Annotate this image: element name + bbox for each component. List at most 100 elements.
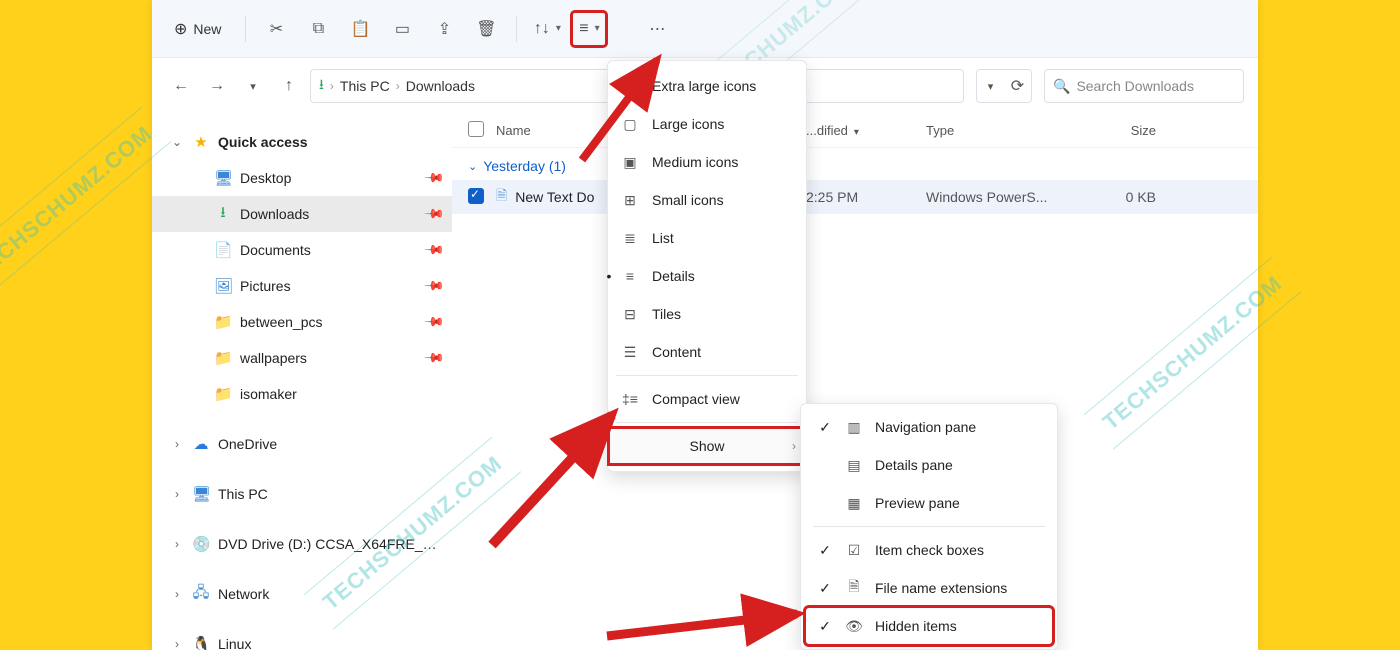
pin-icon: 📌 bbox=[423, 167, 446, 190]
document-icon: 📄 bbox=[214, 241, 232, 259]
menu-view-details[interactable]: •≡Details bbox=[608, 257, 806, 295]
sidebar-item-wallpapers[interactable]: 📁wallpapers📌 bbox=[152, 340, 452, 376]
more-button[interactable]: ⋯ bbox=[639, 11, 675, 47]
list-icon: ≡ bbox=[579, 20, 588, 38]
menu-label: Compact view bbox=[652, 391, 794, 407]
download-icon: ⭳ bbox=[319, 74, 324, 98]
sort-button[interactable]: ↑↓ ▾ bbox=[529, 11, 565, 47]
disc-icon: 💿 bbox=[192, 535, 210, 553]
view-button[interactable]: ≡ ▾ bbox=[571, 11, 607, 47]
column-modified[interactable]: ...dified▾ bbox=[806, 123, 926, 138]
view-option-icon: ⊞ bbox=[620, 192, 640, 209]
check-icon: ✓ bbox=[817, 542, 833, 559]
menu-label: Show bbox=[689, 438, 724, 454]
pane-icon: ▦ bbox=[845, 495, 863, 512]
chevron-down-icon[interactable]: ▾ bbox=[977, 71, 1004, 101]
pane-icon: ▤ bbox=[845, 457, 863, 474]
copy-icon[interactable]: ⧉ bbox=[300, 11, 336, 47]
address-actions: ▾ ⟳ bbox=[976, 69, 1032, 103]
sidebar-item-pictures[interactable]: 🖼Pictures📌 bbox=[152, 268, 452, 304]
submenu-hidden-items[interactable]: ✓👁Hidden items bbox=[805, 607, 1053, 645]
menu-view-small-icons[interactable]: ⊞Small icons bbox=[608, 181, 806, 219]
paste-icon[interactable]: 📋 bbox=[342, 11, 378, 47]
menu-view-tiles[interactable]: ⊟ Tiles bbox=[608, 295, 806, 333]
menu-label: Extra large icons bbox=[652, 78, 794, 94]
delete-icon[interactable]: 🗑 bbox=[468, 11, 504, 47]
submenu-navigation-pane[interactable]: ✓ ▥ Navigation pane bbox=[805, 408, 1053, 446]
share-icon[interactable]: ⇪ bbox=[426, 11, 462, 47]
forward-button[interactable]: → bbox=[202, 71, 232, 101]
view-option-icon: ≡ bbox=[620, 268, 640, 284]
file-icon: 🗎 bbox=[496, 185, 507, 209]
check-icon: ✓ bbox=[817, 419, 833, 436]
sidebar-item-between_pcs[interactable]: 📁between_pcs📌 bbox=[152, 304, 452, 340]
sort-icon: ↑↓ bbox=[534, 20, 550, 38]
menu-view-list[interactable]: ≣List bbox=[608, 219, 806, 257]
sidebar-item-isomaker[interactable]: 📁isomaker bbox=[152, 376, 452, 412]
sidebar-onedrive[interactable]: › ☁ OneDrive bbox=[152, 426, 452, 462]
select-all-checkbox[interactable] bbox=[468, 121, 484, 137]
breadcrumb-folder[interactable]: Downloads bbox=[406, 78, 475, 94]
submenu-file-name-extensions[interactable]: ✓🗎File name extensions bbox=[805, 569, 1053, 607]
back-button[interactable]: ← bbox=[166, 71, 196, 101]
up-button[interactable]: ↑ bbox=[274, 71, 304, 101]
pc-icon: 🖥 bbox=[192, 485, 210, 503]
sidebar-dvd[interactable]: › 💿 DVD Drive (D:) CCSA_X64FRE_EN-US_D bbox=[152, 526, 452, 562]
chevron-right-icon: › bbox=[792, 439, 796, 453]
submenu-label: Item check boxes bbox=[875, 542, 984, 558]
chevron-right-icon: › bbox=[170, 487, 184, 501]
pane-icon: ▥ bbox=[845, 419, 863, 436]
sidebar-thispc[interactable]: › 🖥 This PC bbox=[152, 476, 452, 512]
search-input[interactable]: 🔍 Search Downloads bbox=[1044, 69, 1244, 103]
pin-icon: 📌 bbox=[423, 203, 446, 226]
sidebar-label: Downloads bbox=[240, 206, 418, 222]
sidebar-linux[interactable]: › 🐧 Linux bbox=[152, 626, 452, 650]
menu-label: Large icons bbox=[652, 116, 794, 132]
submenu-label: File name extensions bbox=[875, 580, 1007, 596]
sidebar-item-desktop[interactable]: 🖥Desktop📌 bbox=[152, 160, 452, 196]
new-button[interactable]: ⊕ New bbox=[162, 13, 233, 45]
sidebar-quick-access[interactable]: ⌄ ★ Quick access bbox=[152, 124, 452, 160]
watermark: TECHSCHUMZ.COM bbox=[0, 121, 157, 286]
recent-button[interactable]: ▾ bbox=[238, 71, 268, 101]
submenu-details-pane[interactable]: ▤Details pane bbox=[805, 446, 1053, 484]
breadcrumb-thispc[interactable]: This PC bbox=[340, 78, 390, 94]
folder-icon: 📁 bbox=[214, 385, 232, 403]
submenu-label: Navigation pane bbox=[875, 419, 976, 435]
view-option-icon: ☰ bbox=[620, 344, 640, 361]
sidebar-label: Desktop bbox=[240, 170, 418, 186]
chevron-right-icon: › bbox=[396, 79, 400, 93]
menu-view-content[interactable]: ☰Content bbox=[608, 333, 806, 371]
sidebar: ⌄ ★ Quick access 🖥Desktop📌⭳Downloads📌📄Do… bbox=[152, 114, 452, 650]
sidebar-network[interactable]: › 🖧 Network bbox=[152, 576, 452, 612]
file-row[interactable]: 🗎New Text Do2:25 PMWindows PowerS...0 KB bbox=[452, 180, 1258, 214]
option-icon: ☑ bbox=[845, 542, 863, 559]
submenu-item-check-boxes[interactable]: ✓ ☑ Item check boxes bbox=[805, 531, 1053, 569]
chevron-down-icon: ▾ bbox=[556, 23, 561, 34]
file-name: New Text Do bbox=[515, 189, 594, 205]
pin-icon: 📌 bbox=[423, 275, 446, 298]
column-type[interactable]: Type bbox=[926, 123, 1076, 138]
sidebar-label: between_pcs bbox=[240, 314, 418, 330]
submenu-preview-pane[interactable]: ▦Preview pane bbox=[805, 484, 1053, 522]
current-indicator: • bbox=[604, 268, 614, 284]
rename-icon[interactable]: ▭ bbox=[384, 11, 420, 47]
new-label: New bbox=[193, 21, 221, 37]
menu-label: Tiles bbox=[652, 306, 794, 322]
separator bbox=[813, 526, 1045, 527]
view-option-icon: ⊟ bbox=[620, 306, 640, 323]
sidebar-label: Network bbox=[218, 586, 442, 602]
sidebar-label: OneDrive bbox=[218, 436, 442, 452]
refresh-button[interactable]: ⟳ bbox=[1004, 71, 1031, 101]
row-checkbox[interactable] bbox=[468, 188, 484, 204]
column-size[interactable]: Size bbox=[1076, 123, 1156, 138]
show-submenu: ✓ ▥ Navigation pane ▤Details pane▦Preview p… bbox=[800, 403, 1058, 650]
cut-icon[interactable]: ✂ bbox=[258, 11, 294, 47]
file-size: 0 KB bbox=[1076, 189, 1156, 205]
menu-label: List bbox=[652, 230, 794, 246]
network-icon: 🖧 bbox=[192, 582, 210, 607]
option-icon: 👁 bbox=[845, 618, 863, 635]
sidebar-item-downloads[interactable]: ⭳Downloads📌 bbox=[152, 196, 452, 232]
menu-label: Medium icons bbox=[652, 154, 794, 170]
sidebar-item-documents[interactable]: 📄Documents📌 bbox=[152, 232, 452, 268]
